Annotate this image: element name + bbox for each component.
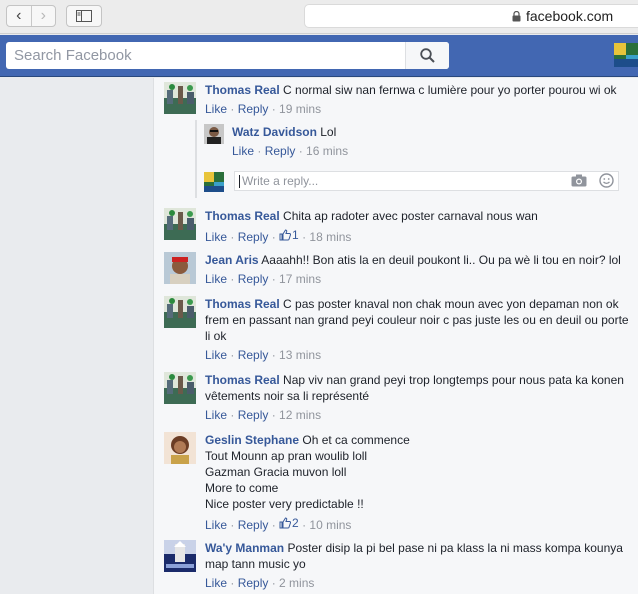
- comment-author-link[interactable]: Jean Aris: [205, 253, 259, 267]
- comment-author-link[interactable]: Geslin Stephane: [205, 433, 299, 447]
- lock-icon: [512, 10, 521, 22]
- comments-panel: Thomas Real C normal siw nan fernwa c lu…: [153, 78, 638, 594]
- search-icon: [420, 48, 435, 63]
- reply-link[interactable]: Reply: [238, 518, 269, 532]
- avatar[interactable]: [164, 372, 196, 404]
- avatar[interactable]: [164, 296, 196, 328]
- reply-link[interactable]: Reply: [238, 272, 269, 286]
- browser-toolbar: ‹ › facebook.com: [0, 0, 638, 34]
- back-button[interactable]: ‹: [7, 6, 31, 26]
- comment-timestamp[interactable]: 17 mins: [279, 272, 321, 286]
- nav-button-group: ‹ ›: [6, 5, 56, 27]
- like-link[interactable]: Like: [205, 576, 227, 590]
- comment-timestamp[interactable]: 19 mins: [279, 102, 321, 116]
- comment-timestamp[interactable]: 10 mins: [309, 518, 351, 532]
- page-profile-picture[interactable]: [614, 43, 638, 67]
- avatar[interactable]: [164, 432, 196, 464]
- search-button[interactable]: [405, 42, 449, 69]
- like-count-number: 1: [292, 228, 299, 242]
- like-link[interactable]: Like: [205, 272, 227, 286]
- like-link[interactable]: Like: [205, 102, 227, 116]
- like-link[interactable]: Like: [205, 408, 227, 422]
- reply-link[interactable]: Reply: [238, 348, 269, 362]
- url-text: facebook.com: [526, 8, 614, 24]
- avatar[interactable]: [204, 124, 224, 144]
- comment-timestamp[interactable]: 16 mins: [306, 144, 348, 158]
- comment-author-link[interactable]: Thomas Real: [205, 373, 280, 387]
- comment-timestamp[interactable]: 12 mins: [279, 408, 321, 422]
- like-count[interactable]: 1: [279, 227, 299, 243]
- facebook-header: [0, 35, 638, 77]
- reply-link[interactable]: Reply: [238, 576, 269, 590]
- emoji-icon[interactable]: [599, 173, 614, 188]
- reply-link[interactable]: Reply: [238, 102, 269, 116]
- comment-author-link[interactable]: Wa'y Manman: [205, 541, 284, 555]
- like-link[interactable]: Like: [205, 230, 227, 244]
- reply-composer-avatar: [204, 172, 224, 192]
- comment-timestamp[interactable]: 13 mins: [279, 348, 321, 362]
- reply-input[interactable]: Write a reply...: [234, 171, 619, 191]
- reply-link[interactable]: Reply: [238, 230, 269, 244]
- text-caret: [239, 174, 240, 188]
- reply-input-placeholder: Write a reply...: [242, 174, 319, 188]
- thumbs-up-icon: [279, 229, 292, 241]
- comment-author-link[interactable]: Watz Davidson: [232, 125, 317, 139]
- reply-link[interactable]: Reply: [238, 408, 269, 422]
- like-link[interactable]: Like: [205, 518, 227, 532]
- thumbs-up-icon: [279, 517, 292, 529]
- comment-timestamp[interactable]: 2 mins: [279, 576, 314, 590]
- camera-icon[interactable]: [571, 174, 587, 187]
- like-link[interactable]: Like: [205, 348, 227, 362]
- comment-author-link[interactable]: Thomas Real: [205, 83, 280, 97]
- comment-author-link[interactable]: Thomas Real: [205, 297, 280, 311]
- like-count[interactable]: 2: [279, 515, 299, 531]
- avatar[interactable]: [164, 82, 196, 114]
- sidebar-toggle-button[interactable]: [66, 5, 102, 27]
- left-column: [0, 78, 153, 594]
- comment-text: C normal siw nan fernwa c lumière pour y…: [283, 83, 617, 97]
- comment-timestamp[interactable]: 18 mins: [309, 230, 351, 244]
- comment-author-link[interactable]: Thomas Real: [205, 209, 280, 223]
- address-bar[interactable]: facebook.com: [304, 4, 638, 28]
- forward-button[interactable]: ›: [30, 6, 56, 26]
- reply-link[interactable]: Reply: [265, 144, 296, 158]
- like-link[interactable]: Like: [232, 144, 254, 158]
- comment-text: Aaaahh!! Bon atis la en deuil poukont li…: [261, 253, 621, 267]
- avatar[interactable]: [164, 208, 196, 240]
- sidebar-icon: [76, 10, 92, 22]
- avatar[interactable]: [164, 252, 196, 284]
- like-count-number: 2: [292, 516, 299, 530]
- search-input[interactable]: [6, 42, 405, 69]
- comment-text: Lol: [320, 125, 337, 139]
- avatar[interactable]: [164, 540, 196, 572]
- comment-text: Chita ap radoter avec poster carnaval no…: [283, 209, 538, 223]
- search-box: [6, 42, 449, 69]
